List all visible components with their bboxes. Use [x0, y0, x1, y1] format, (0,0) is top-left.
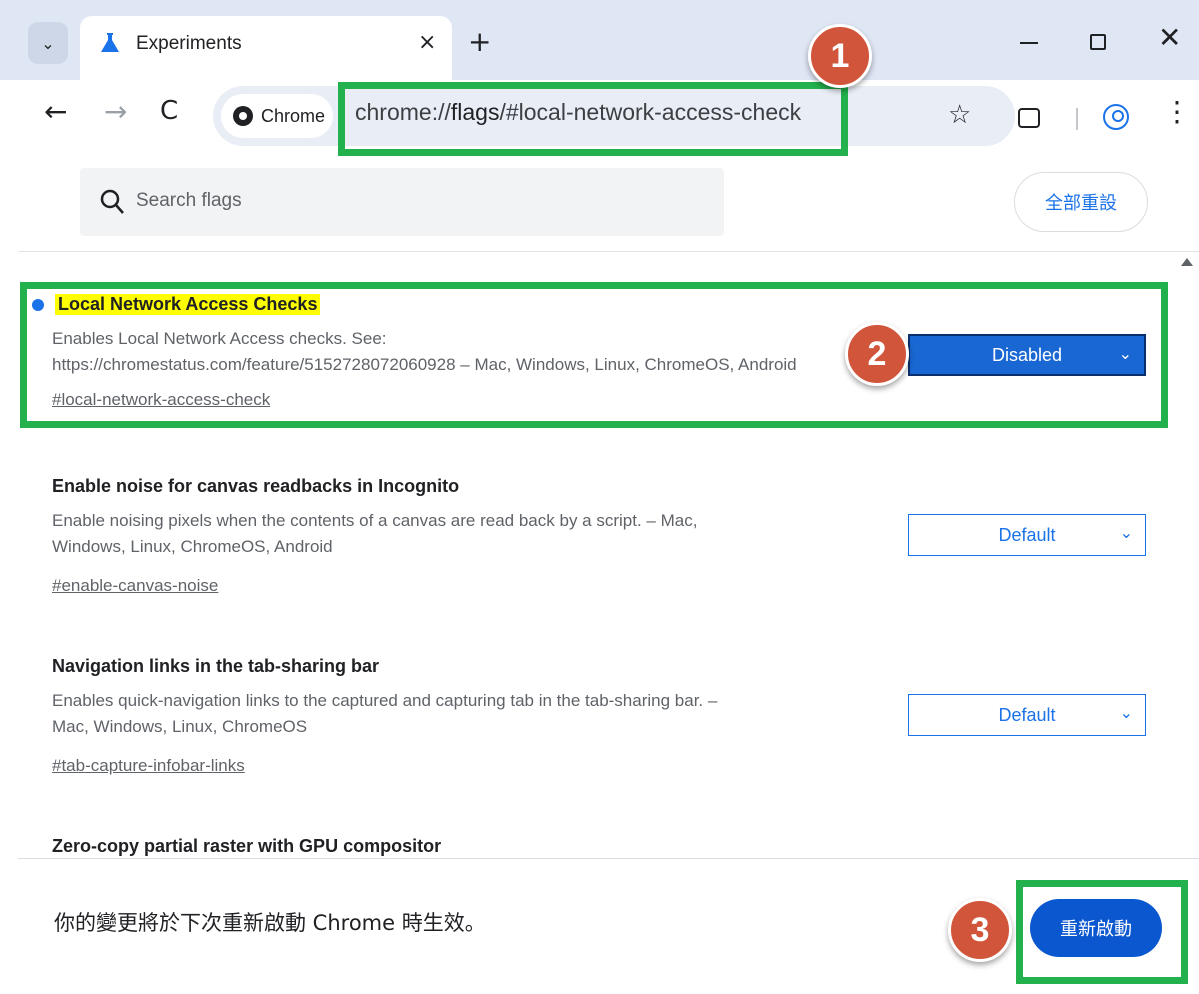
- annotation-badge-3: 3: [948, 898, 1012, 962]
- annotation-box-url: [338, 82, 848, 156]
- browser-window: ⌄ Experiments × + ✕ ← → C Chrome chrome:…: [0, 0, 1199, 994]
- toolbar-divider: [1076, 108, 1078, 130]
- flag-state-value: Default: [998, 704, 1056, 725]
- chrome-logo-icon: [233, 106, 253, 126]
- tab-title: Experiments: [136, 33, 242, 54]
- search-box[interactable]: [80, 168, 724, 236]
- new-tab-button[interactable]: +: [468, 28, 491, 56]
- window-close-button[interactable]: ✕: [1158, 24, 1181, 52]
- site-info-chip[interactable]: Chrome: [221, 94, 333, 138]
- flag-state-select[interactable]: Default ⌄: [908, 694, 1146, 736]
- maximize-button[interactable]: [1090, 34, 1106, 50]
- flask-icon: [101, 33, 119, 52]
- flag-entry-zero-copy: Zero-copy partial raster with GPU compos…: [18, 836, 1158, 858]
- relaunch-message: 你的變更將於下次重新啟動 Chrome 時生效。: [54, 911, 486, 935]
- reload-button[interactable]: C: [160, 98, 178, 124]
- site-info-label: Chrome: [261, 105, 326, 126]
- flag-state-select[interactable]: Default ⌄: [908, 514, 1146, 556]
- annotation-badge-1: 1: [808, 24, 872, 88]
- back-button[interactable]: ←: [44, 98, 67, 126]
- minimize-button[interactable]: [1020, 42, 1038, 44]
- annotation-box-relaunch: [1016, 880, 1188, 984]
- chevron-down-icon: ⌄: [1119, 525, 1133, 542]
- flag-title: Enable noise for canvas readbacks in Inc…: [52, 476, 460, 496]
- flag-title: Zero-copy partial raster with GPU compos…: [52, 836, 442, 856]
- tab-search-button[interactable]: ⌄: [28, 22, 68, 64]
- flag-state-value: Default: [998, 524, 1056, 545]
- annotation-badge-2: 2: [845, 322, 909, 386]
- flag-description: Enables quick-navigation links to the ca…: [52, 691, 718, 736]
- flag-entry-tab-capture-links: Navigation links in the tab-sharing bar …: [18, 656, 1158, 786]
- scroll-up-arrow[interactable]: [1181, 258, 1193, 266]
- bookmark-star-icon[interactable]: ☆: [948, 100, 971, 130]
- chevron-down-icon: ⌄: [1119, 705, 1133, 722]
- search-input[interactable]: [136, 190, 696, 212]
- chevron-down-icon: ⌄: [41, 33, 55, 53]
- flag-entry-canvas-noise: Enable noise for canvas readbacks in Inc…: [18, 476, 1158, 606]
- profile-icon[interactable]: [1103, 104, 1129, 130]
- forward-button[interactable]: →: [104, 98, 127, 126]
- tab-experiments[interactable]: Experiments ×: [80, 16, 452, 80]
- tab-close-icon[interactable]: ×: [418, 30, 436, 55]
- extensions-icon[interactable]: [1018, 108, 1040, 128]
- search-icon: [100, 189, 124, 214]
- flag-title: Navigation links in the tab-sharing bar: [52, 656, 380, 676]
- reset-all-button[interactable]: 全部重設: [1014, 172, 1148, 232]
- annotation-box-flag: [20, 282, 1168, 428]
- tab-strip: ⌄ Experiments × + ✕: [0, 0, 1199, 80]
- flag-anchor-link[interactable]: #tab-capture-infobar-links: [52, 756, 245, 776]
- flag-anchor-link[interactable]: #enable-canvas-noise: [52, 576, 218, 596]
- menu-icon[interactable]: ⋮: [1163, 98, 1191, 126]
- flags-header: 全部重設: [18, 156, 1199, 252]
- flag-description: Enable noising pixels when the contents …: [52, 511, 698, 556]
